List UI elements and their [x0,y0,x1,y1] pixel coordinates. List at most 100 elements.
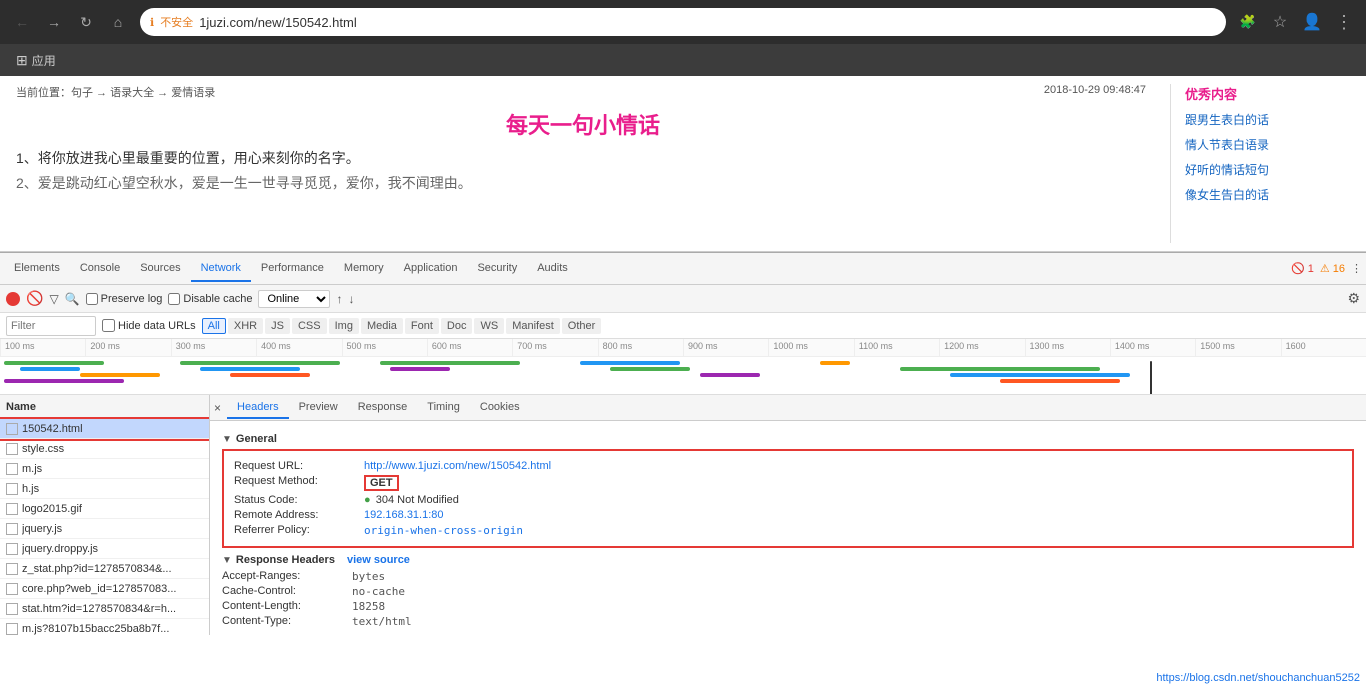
file-icon-1 [6,443,18,455]
reload-button[interactable]: ↻ [72,8,100,36]
browser-toolbar-icons: 🧩 ☆ 👤 ⋮ [1234,8,1358,36]
close-panel-button[interactable]: × [214,401,221,415]
detail-tab-timing[interactable]: Timing [417,397,470,419]
hide-data-urls-checkbox[interactable]: Hide data URLs [102,319,196,332]
download-icon[interactable]: ↓ [348,292,354,306]
account-icon[interactable]: 👤 [1298,8,1326,36]
tick-8: 900 ms [683,339,768,356]
filter-type-doc[interactable]: Doc [441,318,473,334]
tab-audits[interactable]: Audits [527,256,578,282]
filter-type-all[interactable]: All [202,318,226,334]
file-item-3[interactable]: h.js [0,479,209,499]
filter-input[interactable] [11,320,91,332]
general-toggle[interactable]: ▼ [222,434,232,445]
sidebar-item-1[interactable]: 情人节表白语录 [1185,136,1350,153]
filter-type-font[interactable]: Font [405,318,439,334]
file-name-1: style.css [22,443,203,455]
disable-cache-checkbox[interactable]: Disable cache [168,293,252,305]
page-content: 当前位置：句子 → 语录大全 → 爱情语录 每天一句小情话 1、将你放进我心里最… [16,84,1150,243]
remote-address-value: 192.168.31.1:80 [364,509,444,521]
file-item-9[interactable]: stat.htm?id=1278570834&r=h... [0,599,209,619]
bottom-status-bar: https://blog.csdn.net/shouchanchuan5252 [1150,670,1366,686]
timeline-requests [0,357,1366,395]
filter-type-xhr[interactable]: XHR [228,318,263,334]
search-icon[interactable]: 🔍 [65,292,80,306]
timeline-item-2 [20,367,80,371]
timeline-item-13 [820,361,850,365]
filter-icon[interactable]: ▽ [49,292,58,306]
tick-5: 600 ms [427,339,512,356]
file-item-4[interactable]: logo2015.gif [0,499,209,519]
throttling-select[interactable]: OnlineOfflineSlow 3GFast 3G [258,290,330,308]
filter-type-other[interactable]: Other [562,318,602,334]
tick-6: 700 ms [512,339,597,356]
forward-button[interactable]: → [40,8,68,36]
apps-button[interactable]: ⊞ 应用 [10,48,62,73]
page-text-2: 2、爱是跳动红心望空秋水，爱是一生一世寻寻觅觅，爱你，我不闻理由。 [16,171,1150,196]
upload-icon[interactable]: ↑ [336,292,342,306]
sidebar-item-2[interactable]: 好听的情话短句 [1185,161,1350,178]
file-item-1[interactable]: style.css [0,439,209,459]
timeline-bar: 100 ms 200 ms 300 ms 400 ms 500 ms 600 m… [0,339,1366,395]
remote-address-label: Remote Address: [234,509,364,521]
tab-security[interactable]: Security [467,256,527,282]
file-icon-4 [6,503,18,515]
detail-panel: × Headers Preview Response Timing Cookie… [210,395,1366,635]
breadcrumb: 当前位置：句子 → 语录大全 → 爱情语录 [16,84,1150,100]
menu-icon[interactable]: ⋮ [1330,8,1358,36]
detail-tab-headers[interactable]: Headers [227,397,289,419]
tab-sources[interactable]: Sources [130,256,190,282]
tab-memory[interactable]: Memory [334,256,394,282]
error-count: 🚫 1 [1291,262,1314,275]
filter-type-js[interactable]: JS [265,318,290,334]
file-item-5[interactable]: jquery.js [0,519,209,539]
tab-application[interactable]: Application [394,256,468,282]
file-item-10[interactable]: m.js?8107b15bacc25ba8b7f... [0,619,209,635]
detail-content: ▼ General Request URL: http://www.1juzi.… [210,421,1366,635]
file-item-8[interactable]: core.php?web_id=127857083... [0,579,209,599]
file-name-6: jquery.droppy.js [22,543,203,555]
filter-type-media[interactable]: Media [361,318,403,334]
filter-type-ws[interactable]: WS [474,318,504,334]
status-code-label: Status Code: [234,494,364,506]
tab-performance[interactable]: Performance [251,256,334,282]
preserve-log-input[interactable] [86,293,98,305]
sidebar-item-0[interactable]: 跟男生表白的话 [1185,111,1350,128]
stop-button[interactable]: 🚫 [26,290,43,307]
view-source-link[interactable]: view source [347,554,410,566]
tab-elements[interactable]: Elements [4,256,70,282]
files-header: Name [0,395,209,419]
devtools-more-icon[interactable]: ⋮ [1351,262,1362,275]
filter-type-manifest[interactable]: Manifest [506,318,560,334]
resp-value-1: no-cache [352,585,405,598]
filter-type-css[interactable]: CSS [292,318,327,334]
back-button[interactable]: ← [8,8,36,36]
file-item-2[interactable]: m.js [0,459,209,479]
tab-network[interactable]: Network [191,256,251,282]
disable-cache-input[interactable] [168,293,180,305]
file-item-6[interactable]: jquery.droppy.js [0,539,209,559]
home-button[interactable]: ⌂ [104,8,132,36]
preserve-log-checkbox[interactable]: Preserve log [86,293,163,305]
main-content: 当前位置：句子 → 语录大全 → 爱情语录 每天一句小情话 1、将你放进我心里最… [0,76,1366,252]
detail-tab-cookies[interactable]: Cookies [470,397,530,419]
network-settings-icon[interactable]: ⚙ [1347,290,1360,307]
page-text-1: 1、将你放进我心里最重要的位置，用心来刻你的名字。 [16,146,1150,171]
hide-data-urls-input[interactable] [102,319,115,332]
detail-tab-response[interactable]: Response [348,397,418,419]
detail-tab-preview[interactable]: Preview [289,397,348,419]
extensions-icon[interactable]: 🧩 [1234,8,1262,36]
timeline-item-15 [950,373,1130,377]
response-headers-toggle[interactable]: ▼ [222,555,232,566]
record-button[interactable] [6,292,20,306]
warn-count: ⚠ 16 [1320,262,1345,275]
bookmark-icon[interactable]: ☆ [1266,8,1294,36]
resp-label-3: Content-Type: [222,615,352,628]
file-item-7[interactable]: z_stat.php?id=1278570834&... [0,559,209,579]
file-item-0[interactable]: 150542.html [0,419,209,439]
tab-console[interactable]: Console [70,256,130,282]
address-bar[interactable]: ℹ 不安全 1juzi.com/new/150542.html [140,8,1226,36]
file-icon-5 [6,523,18,535]
sidebar-item-3[interactable]: 像女生告白的话 [1185,186,1350,203]
filter-type-img[interactable]: Img [329,318,359,334]
